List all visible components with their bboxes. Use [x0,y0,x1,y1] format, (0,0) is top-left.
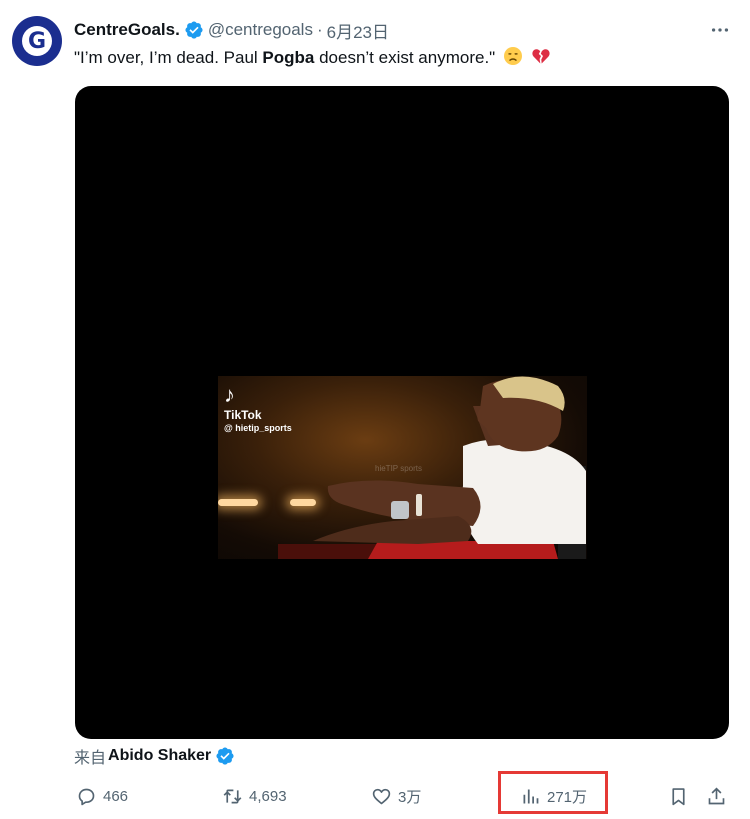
reply-count: 466 [103,787,129,805]
video-watermark: hieTIP sports [375,464,422,473]
broken-heart-icon [531,46,551,72]
bookmark-button[interactable] [668,778,695,814]
repost-count: 4,693 [249,787,287,805]
attribution-prefix: 来自 [74,750,107,767]
verified-badge-icon [184,20,204,40]
tiktok-watermark: ♪ TikTok @ hietip_sports [224,382,292,434]
tiktok-handle: @ hietip_sports [224,423,292,433]
reply-icon [78,788,95,805]
disappointed-face-icon [503,46,523,72]
video-attribution: 来自 Abido Shaker [74,744,235,768]
attribution-source[interactable]: Abido Shaker [108,747,211,765]
more-options-icon[interactable] [708,18,732,42]
reply-button[interactable]: 466 [76,778,128,814]
repost-button[interactable]: 4,693 [222,778,287,814]
tweet-text-part: doesn’t exist anymore." [314,48,496,67]
share-button[interactable] [706,778,733,814]
like-button[interactable]: 3万 [371,778,421,814]
tweet-header: CentreGoals. @centregoals · 6月23日 [74,18,389,42]
author-display-name[interactable]: CentreGoals. [74,20,180,40]
heart-icon [372,788,391,804]
tweet-date[interactable]: 6月23日 [327,18,389,43]
separator-dot: · [316,20,323,39]
repost-icon [223,789,242,803]
verified-badge-icon [215,746,235,766]
tweet-text-bold: Pogba [262,48,315,67]
tiktok-note-icon: ♪ [224,382,235,407]
tiktok-brand: TikTok [224,408,262,422]
bookmark-icon [672,787,685,805]
video-frame: ♪ TikTok @ hietip_sports hieTIP sports [218,376,587,559]
author-avatar[interactable]: G [12,16,62,66]
tweet-text-part: "I’m over, I’m dead. Paul [74,48,263,67]
tweet-action-bar: 466 4,693 3万 271万 [0,778,750,814]
author-handle[interactable]: @centregoals [208,20,313,40]
views-highlight-box [498,771,608,814]
like-count: 3万 [398,788,422,806]
video-player[interactable]: ♪ TikTok @ hietip_sports hieTIP sports [75,86,729,739]
centregoals-logo: G [22,26,52,56]
tweet-text: "I’m over, I’m dead. Paul Pogba doesn’t … [74,46,551,72]
share-icon [708,786,725,804]
